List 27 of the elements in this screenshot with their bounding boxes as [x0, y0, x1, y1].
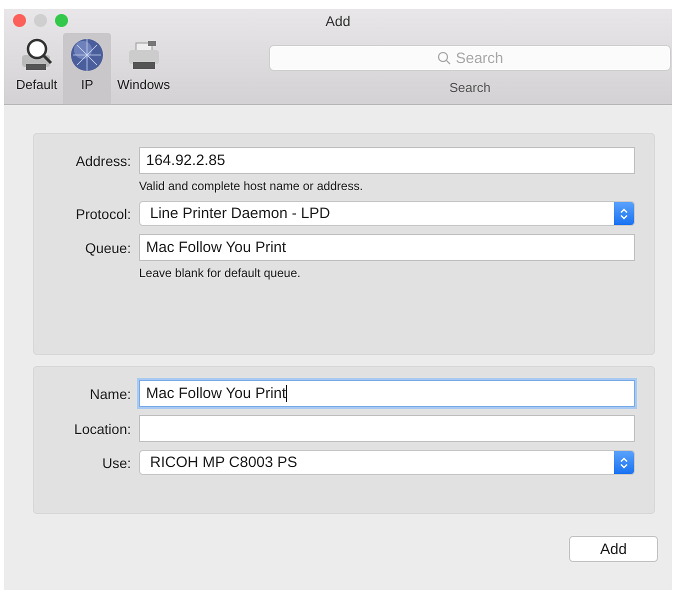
popup-menu[interactable]: RICOH MP C8003 PS	[139, 450, 635, 475]
popup-menu[interactable]: Line Printer Daemon - LPD	[139, 201, 635, 226]
toolbar-tab[interactable]: Windows	[111, 33, 176, 104]
text-field[interactable]	[139, 415, 635, 442]
field-label: Location:	[73, 420, 131, 436]
add-button[interactable]: Add	[569, 536, 658, 562]
field-label: Name:	[88, 386, 131, 402]
field-label: Queue:	[84, 240, 131, 256]
text-field[interactable]: Mac Follow You Print	[139, 380, 635, 407]
text-field[interactable]: 164.92.2.85	[139, 147, 635, 174]
hint-text: Valid and complete host name or address.	[139, 179, 364, 193]
minimize-button[interactable]	[34, 14, 47, 27]
updown-icon	[620, 456, 628, 468]
field-label: Protocol:	[74, 206, 131, 222]
search-label: Search	[449, 80, 491, 95]
updown-icon	[620, 208, 628, 220]
field-label: Use:	[101, 454, 131, 470]
field-label: Address:	[74, 152, 131, 168]
zoom-button[interactable]	[55, 14, 68, 27]
close-button[interactable]	[13, 14, 26, 27]
toolbar-tab[interactable]: Default	[10, 33, 64, 104]
hint-text: Leave blank for default queue.	[139, 266, 302, 280]
text-field[interactable]: Mac Follow You Print	[139, 234, 635, 261]
toolbar-tab[interactable]: IP	[63, 33, 112, 104]
window-title: Add	[326, 13, 350, 29]
globe-icon	[69, 37, 106, 73]
search-icon	[436, 51, 451, 65]
